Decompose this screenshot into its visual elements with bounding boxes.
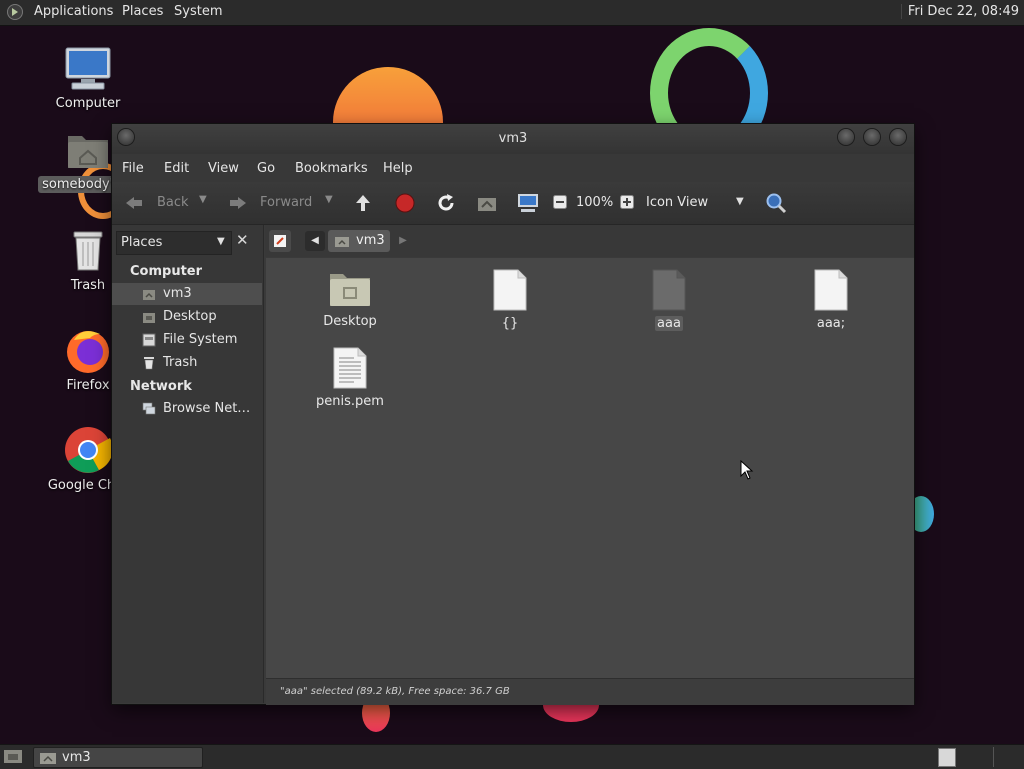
trash-icon [73, 231, 103, 271]
back-history-dropdown[interactable]: ▼ [199, 194, 207, 205]
menu-go[interactable]: Go [257, 161, 275, 176]
desktop-icon-computer[interactable]: Computer [38, 46, 138, 111]
up-arrow-icon[interactable] [353, 193, 373, 213]
desktop-icon-label: Firefox [66, 378, 110, 393]
distro-logo-icon[interactable] [7, 4, 23, 20]
clock[interactable]: Fri Dec 22, 08:49 [900, 4, 1019, 19]
drive-icon [142, 333, 156, 347]
firefox-icon [67, 331, 109, 373]
stop-icon[interactable] [395, 193, 415, 213]
mouse-pointer-icon [740, 460, 754, 480]
forward-arrow-icon [230, 197, 246, 209]
chevron-down-icon: ▼ [736, 196, 744, 207]
show-desktop-button[interactable] [3, 748, 23, 765]
desktop-icon-label: Trash [70, 278, 106, 293]
window-titlebar[interactable]: vm3 [112, 124, 914, 154]
reload-icon[interactable] [436, 193, 456, 213]
blank-file-icon [652, 269, 686, 311]
minimize-button[interactable] [838, 129, 854, 145]
menu-file[interactable]: File [122, 161, 144, 176]
search-icon[interactable] [765, 192, 787, 214]
system-menu[interactable]: System [174, 4, 222, 19]
path-segment-vm3[interactable]: vm3 [328, 230, 390, 252]
text-file-icon [333, 347, 367, 389]
desktop-icon-label: Computer [55, 96, 121, 111]
monitor-icon [65, 47, 111, 90]
sidebar-heading-network: Network [130, 379, 192, 394]
places-menu[interactable]: Places [122, 4, 163, 19]
panel-separator [993, 747, 994, 767]
file-item-aaa[interactable]: aaa [614, 268, 724, 331]
sidebar-heading-computer: Computer [130, 264, 203, 279]
toolbar: Back ▼ Forward ▼ 100% Icon View ▼ [112, 182, 914, 225]
file-item-braces[interactable]: {} [455, 268, 565, 331]
edit-location-button[interactable] [269, 230, 291, 252]
home-icon [143, 290, 155, 300]
path-scroll-left-button[interactable]: ◀ [305, 231, 325, 251]
home-icon[interactable] [476, 193, 498, 213]
home-icon [335, 237, 349, 247]
trash-icon [144, 357, 154, 370]
computer-icon[interactable] [516, 192, 540, 214]
file-manager-window: vm3 File Edit View Go Bookmarks Help Bac… [112, 124, 914, 705]
sidebar-item-vm3[interactable]: vm3 [112, 283, 262, 305]
menu-help[interactable]: Help [383, 161, 413, 176]
zoom-out-icon[interactable] [553, 195, 567, 209]
forward-button[interactable]: Forward [226, 192, 326, 214]
menu-edit[interactable]: Edit [164, 161, 189, 176]
close-sidebar-icon[interactable]: ✕ [236, 231, 249, 249]
network-icon [142, 402, 156, 415]
chevron-down-icon: ▼ [217, 236, 225, 247]
workspace-switcher[interactable] [938, 748, 956, 767]
sidebar-item-trash[interactable]: Trash [112, 352, 262, 374]
path-bar: ◀ vm3 ▶ [265, 225, 914, 257]
desktop-icon [4, 750, 22, 763]
close-button[interactable] [890, 129, 906, 145]
taskbar-item-vm3[interactable]: vm3 [33, 747, 203, 768]
file-view: Desktop {} aaa aaa; penis.pem [266, 258, 914, 678]
file-item-desktop[interactable]: Desktop [295, 268, 405, 329]
pencil-icon [274, 235, 286, 247]
applications-menu[interactable]: Applications [34, 4, 113, 19]
zoom-level: 100% [576, 195, 614, 210]
file-item-aaa-semicolon[interactable]: aaa; [776, 268, 886, 331]
menu-view[interactable]: View [208, 161, 239, 176]
desktop-icon [143, 313, 155, 323]
folder-icon [330, 274, 370, 306]
bottom-panel: vm3 [0, 744, 1024, 769]
sidebar-item-file-system[interactable]: File System [112, 329, 262, 351]
top-panel: Applications Places System Fri Dec 22, 0… [0, 0, 1024, 26]
menu-bookmarks[interactable]: Bookmarks [295, 161, 368, 176]
window-title: vm3 [498, 131, 528, 146]
path-scroll-right-button[interactable]: ▶ [395, 231, 411, 251]
forward-history-dropdown[interactable]: ▼ [325, 194, 333, 205]
home-folder-icon [40, 753, 56, 764]
sidebar-item-browse-network[interactable]: Browse Net… [112, 398, 262, 420]
view-mode-select[interactable]: Icon View ▼ [640, 192, 752, 214]
sidebar-selector[interactable]: Places ▼ [116, 231, 232, 255]
file-item-pem[interactable]: penis.pem [295, 346, 405, 409]
zoom-in-icon[interactable] [620, 195, 634, 209]
sidebar-item-desktop[interactable]: Desktop [112, 306, 262, 328]
back-arrow-icon [126, 197, 142, 209]
blank-file-icon [493, 269, 527, 311]
status-text: "aaa" selected (89.2 kB), Free space: 36… [280, 686, 510, 697]
sidebar: Places ▼ ✕ Computer vm3 Desktop File Sys… [112, 225, 264, 703]
chrome-icon [65, 427, 113, 473]
maximize-button[interactable] [864, 129, 880, 145]
home-folder-icon [68, 136, 108, 168]
blank-file-icon [814, 269, 848, 311]
menu-bar: File Edit View Go Bookmarks Help [112, 154, 914, 182]
status-bar: "aaa" selected (89.2 kB), Free space: 36… [266, 678, 914, 705]
